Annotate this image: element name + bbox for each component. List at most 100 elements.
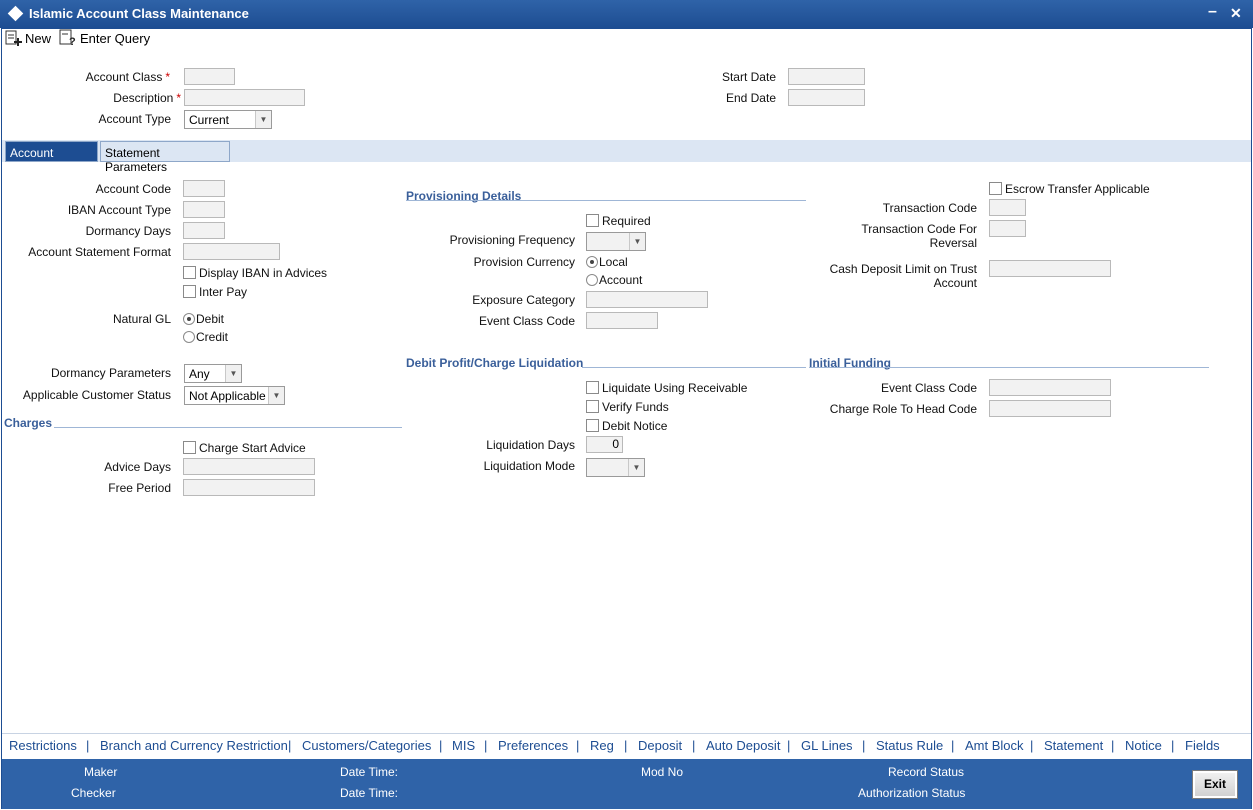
- applicable-customer-status-select[interactable]: Not Applicable ▼: [184, 386, 285, 405]
- nav-mis[interactable]: MIS: [452, 738, 475, 753]
- initial-funding-event-class-code-input[interactable]: [989, 379, 1111, 396]
- nav-branch-currency-restriction[interactable]: Branch and Currency Restriction: [100, 738, 288, 753]
- tab-account-details[interactable]: Account Details: [5, 141, 98, 174]
- provisioning-frequency-select[interactable]: ▼: [586, 232, 646, 251]
- new-icon[interactable]: [5, 30, 23, 50]
- charges-section-title: Charges: [4, 416, 53, 430]
- provisioning-divider: [406, 200, 806, 201]
- nav-separator: |: [1111, 738, 1115, 753]
- charge-start-advice-label: Charge Start Advice: [199, 441, 306, 455]
- transaction-code-reversal-input[interactable]: [989, 220, 1026, 237]
- nav-auto-deposit[interactable]: Auto Deposit: [706, 738, 780, 753]
- minimize-icon[interactable]: –: [1208, 3, 1217, 21]
- initial-funding-event-class-code-label: Event Class Code: [880, 381, 977, 395]
- account-type-select[interactable]: Current ▼: [184, 110, 272, 129]
- new-button[interactable]: New: [25, 31, 51, 46]
- verify-funds-checkbox[interactable]: [586, 400, 599, 413]
- required-checkbox[interactable]: [586, 214, 599, 227]
- escrow-transfer-checkbox[interactable]: [989, 182, 1002, 195]
- account-class-input[interactable]: [184, 68, 235, 85]
- start-date-input[interactable]: [788, 68, 865, 85]
- nav-fields[interactable]: Fields: [1185, 738, 1220, 753]
- nav-notice[interactable]: Notice: [1125, 738, 1162, 753]
- maker-date-time-label: Date Time:: [340, 765, 399, 779]
- debit-notice-label: Debit Notice: [602, 419, 668, 433]
- enter-query-icon[interactable]: ?: [59, 29, 77, 50]
- authorization-status-label: Authorization Status: [858, 786, 966, 800]
- chevron-down-icon: ▼: [268, 387, 284, 404]
- nav-separator: |: [288, 738, 292, 753]
- liquidate-using-receivable-checkbox[interactable]: [586, 381, 599, 394]
- escrow-transfer-label: Escrow Transfer Applicable: [1005, 182, 1150, 196]
- nav-preferences[interactable]: Preferences: [498, 738, 568, 753]
- checker-label: Checker: [71, 786, 116, 800]
- enter-query-button[interactable]: Enter Query: [80, 31, 150, 46]
- free-period-input[interactable]: [183, 479, 315, 496]
- nav-amt-block[interactable]: Amt Block: [965, 738, 1024, 753]
- account-statement-format-input[interactable]: [183, 243, 280, 260]
- debit-notice-checkbox[interactable]: [586, 419, 599, 432]
- nav-separator: |: [787, 738, 791, 753]
- account-class-label: Account Class *: [85, 70, 170, 84]
- dormancy-days-input[interactable]: [183, 222, 225, 239]
- nav-reg[interactable]: Reg: [590, 738, 614, 753]
- dormancy-days-label: Dormancy Days: [85, 224, 171, 238]
- checker-date-time-label: Date Time:: [340, 786, 399, 800]
- dormancy-parameters-select[interactable]: Any ▼: [184, 364, 242, 383]
- event-class-code-input[interactable]: [586, 312, 658, 329]
- charge-start-advice-checkbox[interactable]: [183, 441, 196, 454]
- display-iban-checkbox[interactable]: [183, 266, 196, 279]
- inter-pay-checkbox[interactable]: [183, 285, 196, 298]
- nav-separator: |: [86, 738, 90, 753]
- provisioning-frequency-label: Provisioning Frequency: [449, 233, 575, 247]
- initial-funding-divider: [809, 367, 1209, 368]
- liquidation-mode-select[interactable]: ▼: [586, 458, 645, 477]
- dormancy-parameters-label: Dormancy Parameters: [50, 366, 171, 380]
- account-code-input[interactable]: [183, 180, 225, 197]
- chevron-down-icon: ▼: [225, 365, 241, 382]
- close-icon[interactable]: ✕: [1230, 5, 1242, 22]
- end-date-input[interactable]: [788, 89, 865, 106]
- maker-label: Maker: [84, 765, 118, 779]
- required-label: Required: [602, 214, 651, 228]
- event-class-code-label: Event Class Code: [478, 314, 575, 328]
- debit-profit-section-title: Debit Profit/Charge Liquidation: [406, 356, 584, 370]
- nav-customers-categories[interactable]: Customers/Categories: [302, 738, 431, 753]
- iban-account-type-input[interactable]: [183, 201, 225, 218]
- nav-deposit[interactable]: Deposit: [638, 738, 682, 753]
- nav-status-rule[interactable]: Status Rule: [876, 738, 943, 753]
- cash-deposit-limit-input[interactable]: [989, 260, 1111, 277]
- advice-days-label: Advice Days: [104, 460, 171, 474]
- provision-currency-local-radio[interactable]: [586, 256, 598, 268]
- verify-funds-label: Verify Funds: [602, 400, 669, 414]
- liquidation-days-label: Liquidation Days: [486, 438, 575, 452]
- nav-restrictions[interactable]: Restrictions: [9, 738, 77, 753]
- description-input[interactable]: [184, 89, 305, 106]
- iban-account-type-label: IBAN Account Type: [67, 203, 171, 217]
- record-status-label: Record Status: [888, 765, 965, 779]
- provision-currency-account-radio[interactable]: [586, 274, 598, 286]
- tab-statement-parameters[interactable]: Statement Parameters: [100, 141, 230, 174]
- debit-label: Debit: [196, 312, 225, 326]
- liquidation-days-input[interactable]: 0: [586, 436, 623, 453]
- transaction-code-input[interactable]: [989, 199, 1026, 216]
- natural-gl-credit-radio[interactable]: [183, 331, 195, 343]
- nav-separator: |: [862, 738, 866, 753]
- window-title: Islamic Account Class Maintenance: [29, 6, 249, 21]
- nav-separator: |: [1030, 738, 1034, 753]
- chevron-down-icon: ▼: [255, 111, 271, 128]
- nav-statement[interactable]: Statement: [1044, 738, 1103, 753]
- exposure-category-input[interactable]: [586, 291, 708, 308]
- chevron-down-icon: ▼: [628, 459, 644, 476]
- liquidate-using-receivable-label: Liquidate Using Receivable: [602, 381, 748, 395]
- nav-separator: |: [624, 738, 628, 753]
- liquidation-mode-label: Liquidation Mode: [483, 459, 575, 473]
- exit-button[interactable]: Exit: [1192, 770, 1238, 799]
- advice-days-input[interactable]: [183, 458, 315, 475]
- natural-gl-label: Natural GL: [112, 312, 171, 326]
- transaction-code-label: Transaction Code: [882, 201, 977, 215]
- charge-role-to-head-code-input[interactable]: [989, 400, 1111, 417]
- nav-separator: |: [1171, 738, 1175, 753]
- nav-gl-lines[interactable]: GL Lines: [801, 738, 853, 753]
- natural-gl-debit-radio[interactable]: [183, 313, 195, 325]
